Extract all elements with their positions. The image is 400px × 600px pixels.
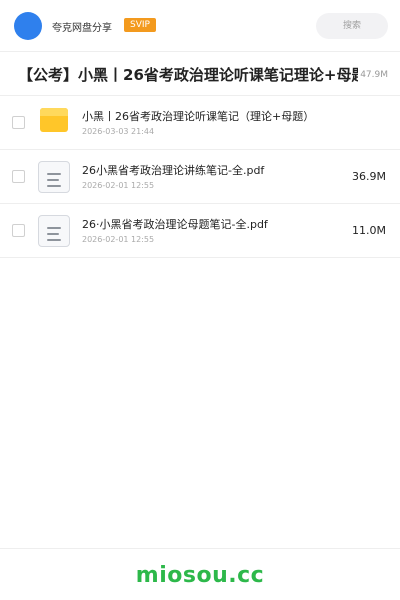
file-checkbox[interactable] (12, 116, 25, 129)
share-total-size: 47.9M (360, 70, 388, 80)
avatar[interactable] (14, 12, 42, 40)
file-row-folder[interactable]: 小黑丨26省考政治理论听课笔记（理论+母题） 2026-03-03 21:44 (0, 96, 400, 150)
document-icon (38, 161, 70, 193)
file-row-pdf[interactable]: 26·小黑省考政治理论母题笔记-全.pdf 2026-02-01 12:55 1… (0, 204, 400, 258)
share-title: 【公考】小黑丨26省考政治理论听课笔记理论+母题 (18, 66, 358, 84)
file-row-pdf[interactable]: 26小黑省考政治理论讲练笔记-全.pdf 2026-02-01 12:55 36… (0, 150, 400, 204)
file-size: 11.0M (352, 224, 386, 237)
file-name[interactable]: 小黑丨26省考政治理论听课笔记（理论+母题） (82, 108, 314, 124)
file-name[interactable]: 26小黑省考政治理论讲练笔记-全.pdf (82, 162, 264, 178)
file-checkbox[interactable] (12, 224, 25, 237)
file-name[interactable]: 26·小黑省考政治理论母题笔记-全.pdf (82, 216, 268, 232)
file-checkbox[interactable] (12, 170, 25, 183)
svip-badge[interactable]: SVIP (124, 18, 156, 32)
file-date: 2026-03-03 21:44 (82, 127, 155, 136)
footer-brand-logo[interactable]: miosou.cc (136, 563, 264, 588)
folder-icon (40, 108, 68, 132)
share-title-bar: 【公考】小黑丨26省考政治理论听课笔记理论+母题 47.9M (0, 52, 400, 96)
file-size: 36.9M (352, 170, 386, 183)
file-date: 2026-02-01 12:55 (82, 235, 155, 244)
document-icon (38, 215, 70, 247)
header-bar: 夸克网盘分享 SVIP (0, 0, 400, 52)
search-input[interactable] (316, 13, 388, 39)
footer: miosou.cc (0, 548, 400, 600)
brand-label: 夸克网盘分享 (52, 23, 112, 34)
file-date: 2026-02-01 12:55 (82, 181, 155, 190)
